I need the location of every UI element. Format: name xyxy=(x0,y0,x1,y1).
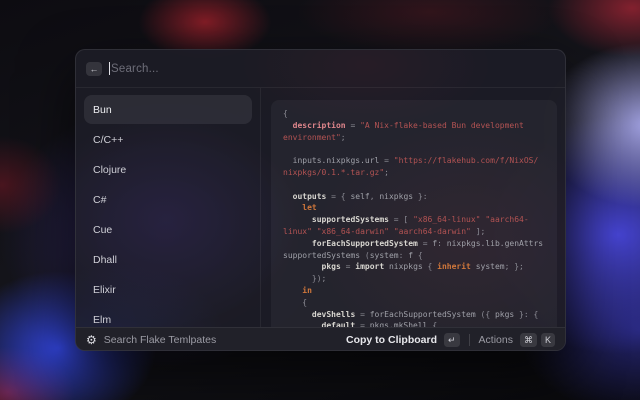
sidebar-list: BunC/C++ClojureC#CueDhallElixirElm xyxy=(76,88,261,327)
command-palette-window: ← Search... BunC/C++ClojureC#CueDhallEli… xyxy=(75,49,566,351)
code-line: environment"; xyxy=(283,132,545,144)
code-line: in xyxy=(283,285,545,297)
code-line: pkgs = import nixpkgs { inherit system; … xyxy=(283,261,545,273)
copy-to-clipboard-button[interactable]: Copy to Clipboard xyxy=(346,334,437,346)
sidebar-item-dhall[interactable]: Dhall xyxy=(84,245,252,274)
code-line: { xyxy=(283,108,545,120)
sidebar-item-cue[interactable]: Cue xyxy=(84,215,252,244)
actions-keys: ⌘K xyxy=(520,333,555,347)
code-block: { description = "A Nix-flake-based Bun d… xyxy=(283,108,545,327)
preview-pane: { description = "A Nix-flake-based Bun d… xyxy=(261,88,565,327)
code-line: default = pkgs.mkShell { xyxy=(283,320,545,327)
search-input[interactable]: Search... xyxy=(109,62,553,75)
code-line xyxy=(283,179,545,191)
back-button[interactable]: ← xyxy=(86,62,102,76)
sidebar-item-bun[interactable]: Bun xyxy=(84,95,252,124)
code-line: devShells = forEachSupportedSystem ({ pk… xyxy=(283,309,545,321)
actions-button[interactable]: Actions xyxy=(479,334,513,346)
key-badge-k: K xyxy=(541,333,555,347)
code-line: outputs = { self, nixpkgs }: xyxy=(283,191,545,203)
search-bar: ← Search... xyxy=(76,50,565,88)
footer-divider xyxy=(469,334,470,346)
sidebar-item-c-c++[interactable]: C/C++ xyxy=(84,125,252,154)
code-panel: { description = "A Nix-flake-based Bun d… xyxy=(271,100,557,327)
code-line: inputs.nixpkgs.url = "https://flakehub.c… xyxy=(283,155,545,167)
code-line: linux" "x86_64-darwin" "aarch64-darwin" … xyxy=(283,226,545,238)
sidebar-item-elm[interactable]: Elm xyxy=(84,305,252,327)
code-line: }); xyxy=(283,273,545,285)
gear-icon: ⚙ xyxy=(86,334,97,346)
sidebar-item-clojure[interactable]: Clojure xyxy=(84,155,252,184)
code-line: supportedSystems = [ "x86_64-linux" "aar… xyxy=(283,214,545,226)
search-placeholder: Search... xyxy=(111,63,159,75)
sidebar-item-c#[interactable]: C# xyxy=(84,185,252,214)
sidebar-item-elixir[interactable]: Elixir xyxy=(84,275,252,304)
code-line: { xyxy=(283,297,545,309)
footer-bar: ⚙ Search Flake Temlpates Copy to Clipboa… xyxy=(76,327,565,351)
key-badge-⌘: ⌘ xyxy=(520,333,537,347)
code-line xyxy=(283,143,545,155)
text-caret xyxy=(109,62,110,75)
code-line: description = "A Nix-flake-based Bun dev… xyxy=(283,120,545,132)
code-line: forEachSupportedSystem = f: nixpkgs.lib.… xyxy=(283,238,545,250)
enter-key-badge: ↵ xyxy=(444,333,460,347)
command-name-label: Search Flake Temlpates xyxy=(104,334,216,346)
code-line: nixpkgs/0.1.*.tar.gz"; xyxy=(283,167,545,179)
code-line: supportedSystems (system: f { xyxy=(283,250,545,262)
content-area: BunC/C++ClojureC#CueDhallElixirElm { des… xyxy=(76,88,565,327)
code-line: let xyxy=(283,202,545,214)
